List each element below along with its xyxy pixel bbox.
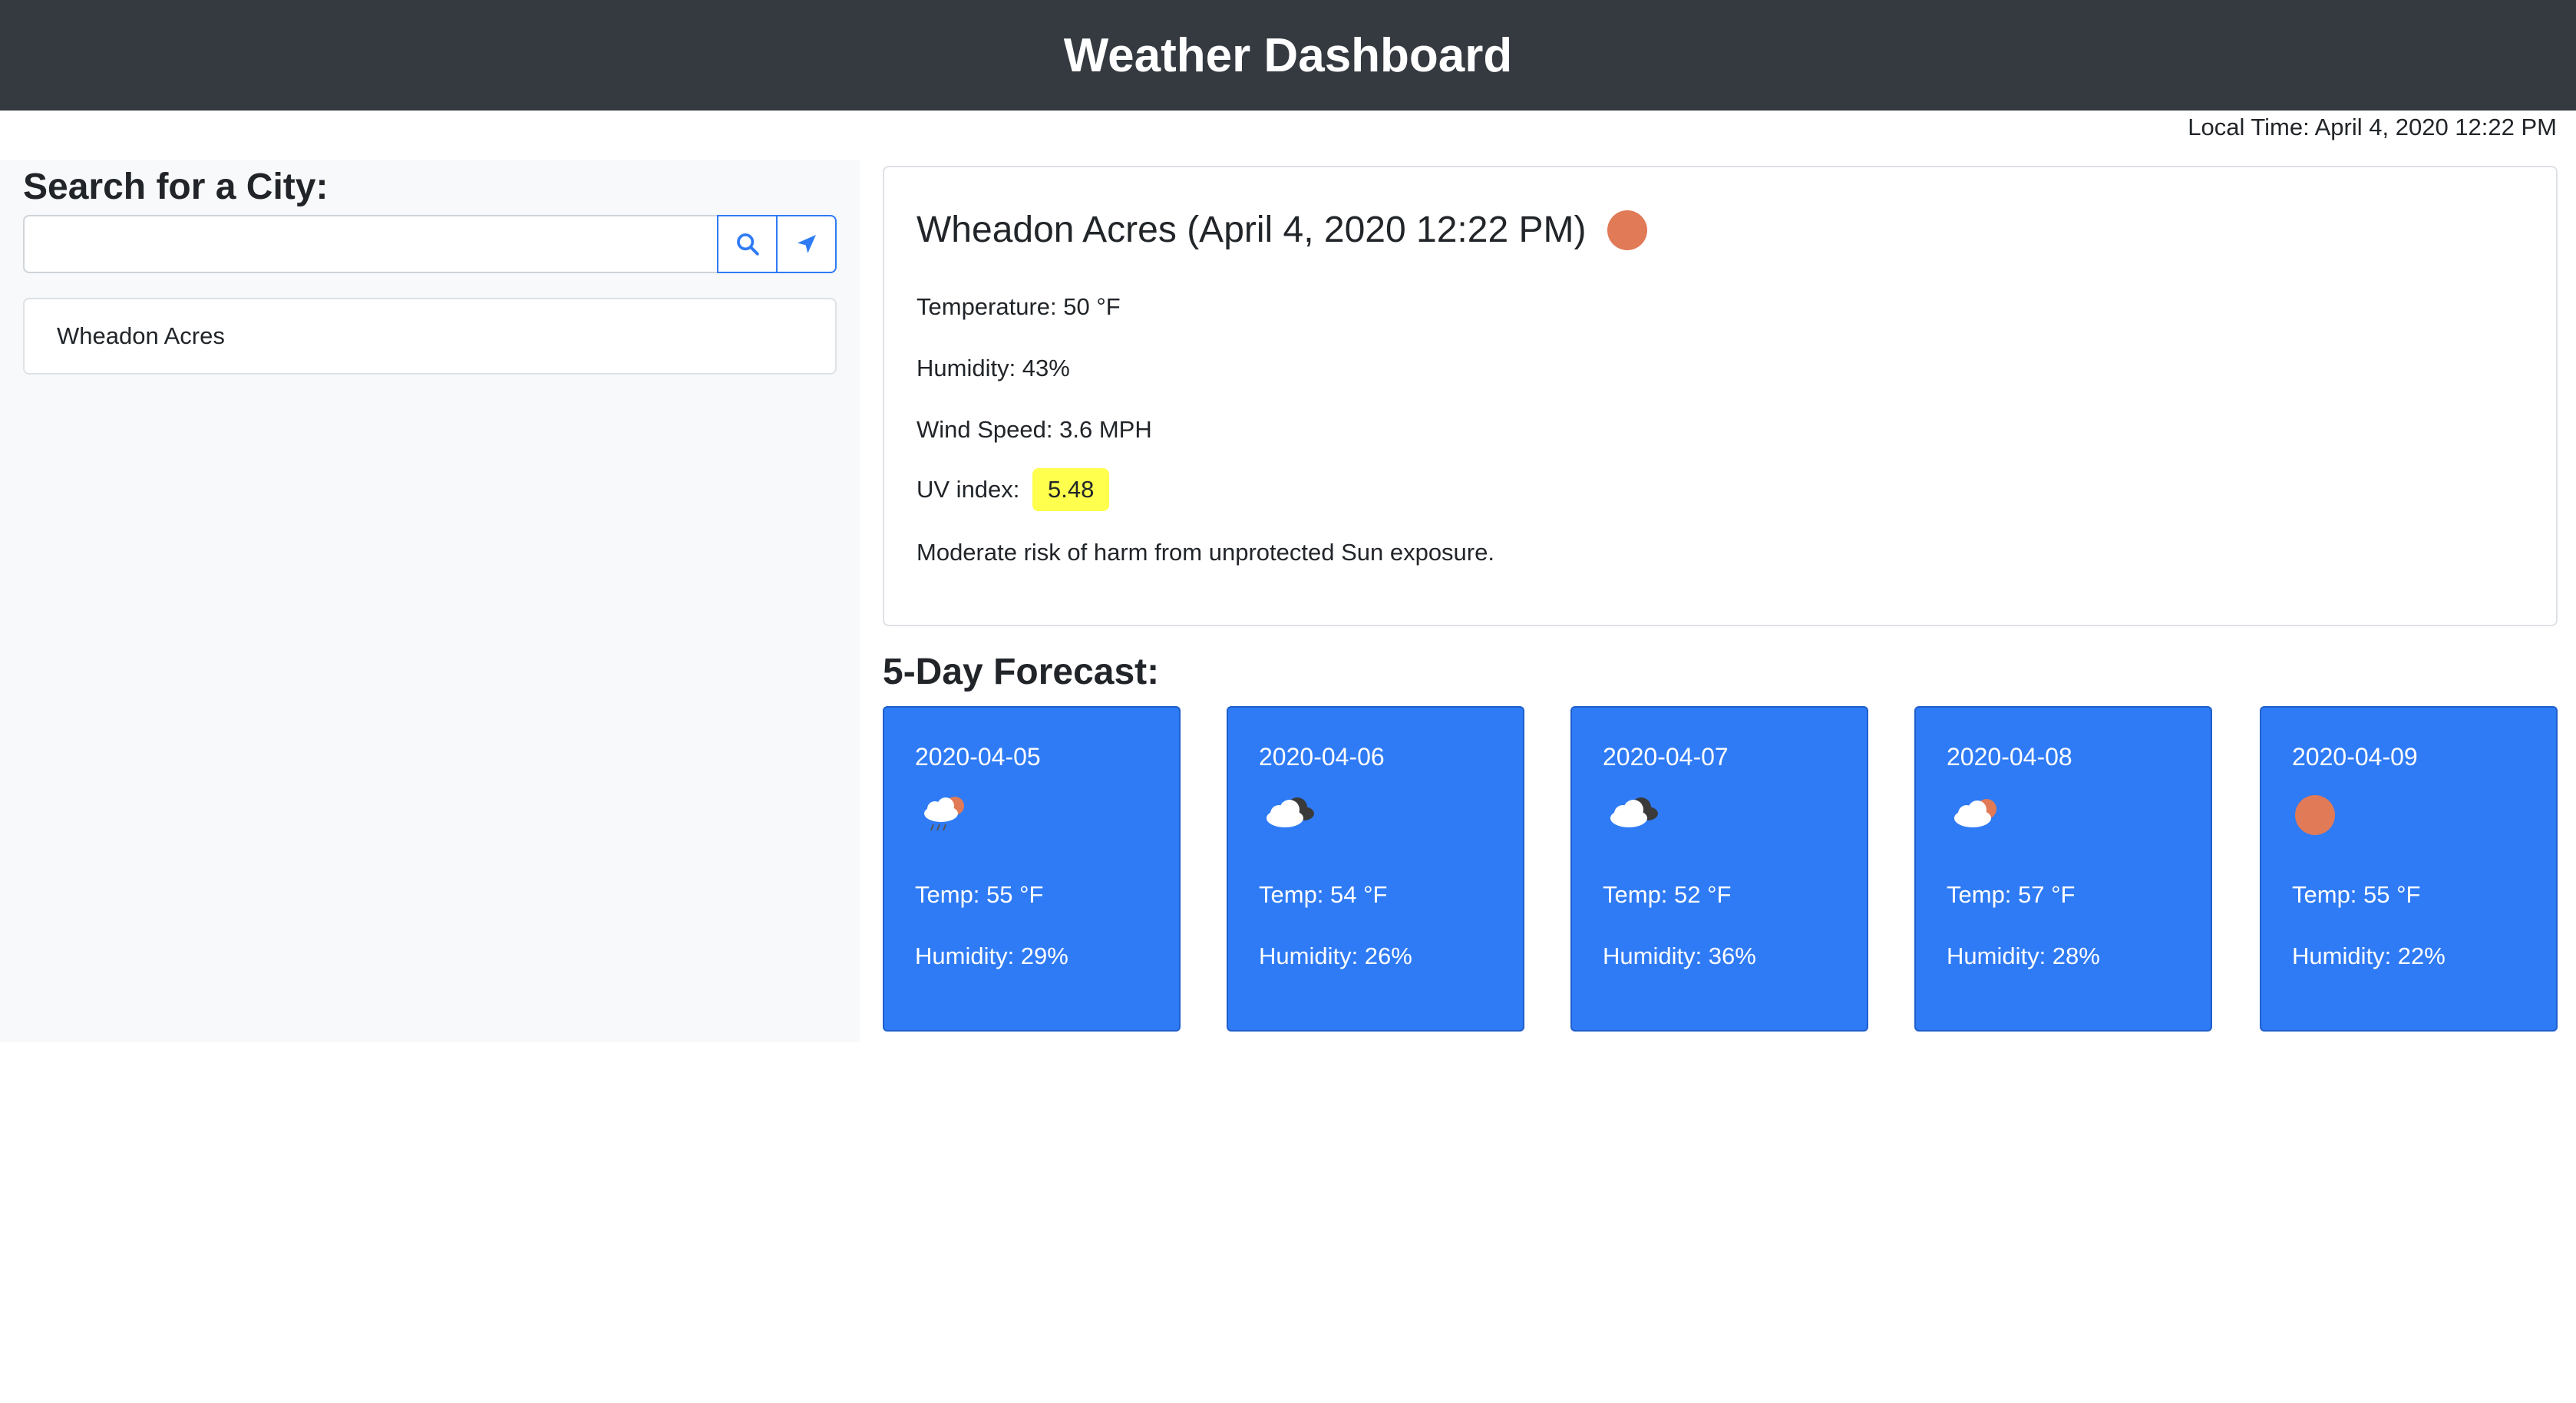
forecast-humidity: Humidity: 36% <box>1603 942 1756 969</box>
search-sidebar: Search for a City: Wheadon Acres <box>0 160 860 1042</box>
forecast-humidity: Humidity: 22% <box>2292 942 2446 969</box>
app-header: Weather Dashboard <box>0 0 2576 111</box>
rain-sun-icon <box>924 797 964 831</box>
current-location-button[interactable] <box>777 215 837 273</box>
forecast-temp: Temp: 55 °F <box>2292 881 2421 908</box>
search-title: Search for a City: <box>23 167 329 207</box>
uv-index-badge: 5.48 <box>1032 468 1110 511</box>
sun-icon <box>1607 210 1648 250</box>
cloudy-icon <box>1267 797 1314 827</box>
search-icon <box>736 233 759 256</box>
location-arrow-icon <box>797 235 816 253</box>
forecast-card: 2020-04-05 Temp: 55 °F Humidity: 29% <box>883 706 1181 1032</box>
current-city-heading: Wheadon Acres (April 4, 2020 12:22 PM) <box>916 209 1648 251</box>
forecast-temp: Temp: 57 °F <box>1947 881 2076 908</box>
forecast-humidity: Humidity: 28% <box>1947 942 2100 969</box>
city-search-input[interactable] <box>23 215 717 273</box>
forecast-row: 2020-04-05 Temp: 55 °F Humidity: 29% 202… <box>883 706 2558 1032</box>
forecast-date: 2020-04-05 <box>915 743 1041 771</box>
uv-index-label: UV index: <box>916 476 1020 503</box>
forecast-card: 2020-04-09 Temp: 55 °F Humidity: 22% <box>2260 706 2558 1032</box>
forecast-card: 2020-04-08 Temp: 57 °F Humidity: 28% <box>1914 706 2212 1032</box>
forecast-temp: Temp: 54 °F <box>1259 881 1388 908</box>
cloudy-icon <box>1610 797 1658 827</box>
forecast-date: 2020-04-09 <box>2292 743 2418 771</box>
uv-risk-text: Moderate risk of harm from unprotected S… <box>916 539 1494 566</box>
sun-icon <box>2295 795 2335 835</box>
current-weather-card: Wheadon Acres (April 4, 2020 12:22 PM) T… <box>883 166 2558 626</box>
forecast-temp: Temp: 55 °F <box>915 881 1044 908</box>
wind-speed-text: Wind Speed: 3.6 MPH <box>916 416 1152 443</box>
forecast-temp: Temp: 52 °F <box>1603 881 1732 908</box>
humidity-text: Humidity: 43% <box>916 355 1070 381</box>
search-button[interactable] <box>717 215 777 273</box>
forecast-humidity: Humidity: 26% <box>1259 942 1412 969</box>
search-group <box>23 215 837 273</box>
history-item-label: Wheadon Acres <box>57 322 225 349</box>
forecast-card: 2020-04-06 Temp: 54 °F Humidity: 26% <box>1227 706 1524 1032</box>
temperature-text: Temperature: 50 °F <box>916 293 1121 320</box>
current-city-title: Wheadon Acres (April 4, 2020 12:22 PM) <box>916 210 1587 250</box>
forecast-humidity: Humidity: 29% <box>915 942 1068 969</box>
history-item-wheadon-acres[interactable]: Wheadon Acres <box>25 299 835 373</box>
search-history-list: Wheadon Acres <box>23 298 837 375</box>
forecast-date: 2020-04-07 <box>1603 743 1729 771</box>
forecast-date: 2020-04-08 <box>1947 743 2072 771</box>
page-title: Weather Dashboard <box>1063 28 1513 82</box>
local-time: Local Time: April 4, 2020 12:22 PM <box>2188 114 2557 140</box>
partly-cloudy-icon <box>1954 799 1996 827</box>
forecast-title: 5-Day Forecast: <box>883 652 1160 692</box>
forecast-card: 2020-04-07 Temp: 52 °F Humidity: 36% <box>1570 706 1868 1032</box>
uv-index-row: UV index: 5.48 <box>916 468 1110 511</box>
forecast-date: 2020-04-06 <box>1259 743 1385 771</box>
